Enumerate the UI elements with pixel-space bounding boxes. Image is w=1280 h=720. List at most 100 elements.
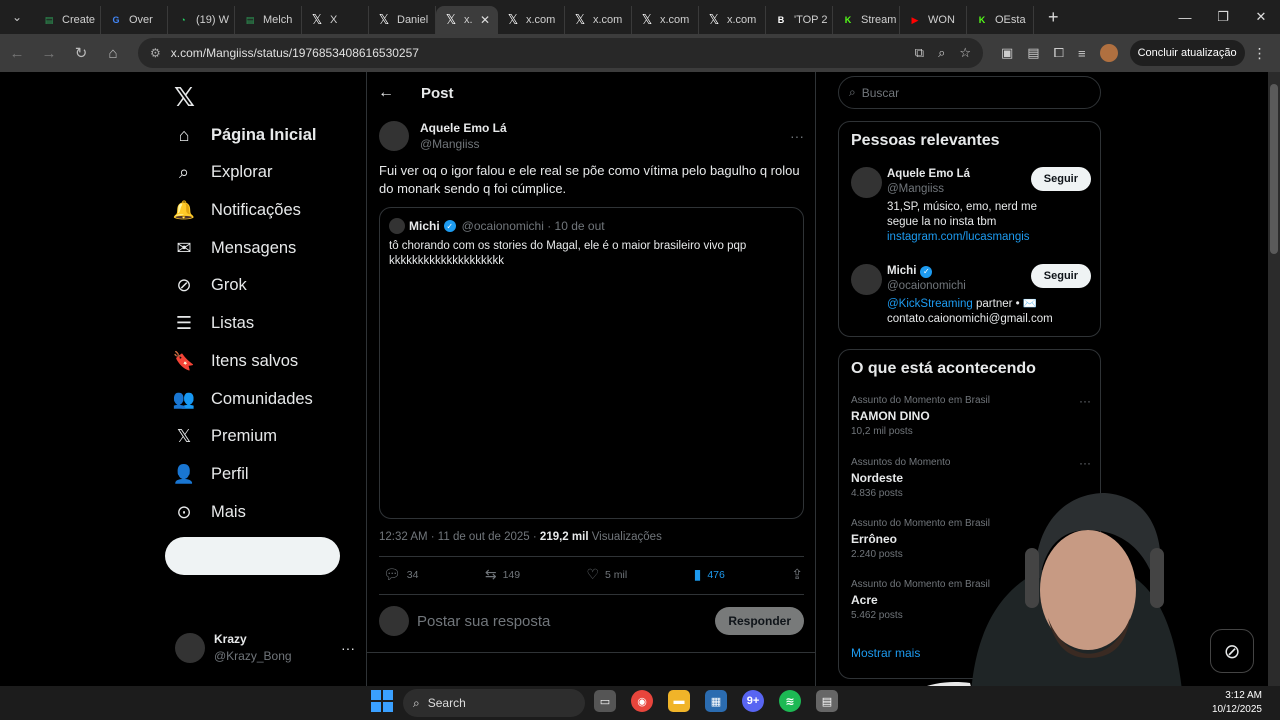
profile-avatar[interactable] [1099, 44, 1118, 62]
author-name[interactable]: Aquele Emo Lá [420, 121, 507, 135]
divider [379, 594, 804, 595]
window-controls: — ❐ ✕ [1166, 0, 1280, 34]
post-button[interactable] [165, 537, 340, 575]
more-icon[interactable]: ··· [1079, 394, 1091, 408]
browser-tab[interactable]: 𝕏x. ✕ [436, 6, 498, 34]
back-arrow-icon[interactable]: ← [378, 84, 394, 102]
whatsapp-icon: ◔ [180, 15, 186, 25]
browser-tab[interactable]: G Over [101, 6, 168, 34]
browser-tab[interactable]: 𝕏x.com [632, 6, 699, 34]
nav-label: Página Inicial [211, 125, 317, 144]
browser-tab[interactable]: 𝕏x.com [565, 6, 632, 34]
minimize-button[interactable]: — [1166, 0, 1204, 34]
store-icon[interactable]: ▦ [705, 690, 727, 712]
follow-button[interactable]: Seguir [1030, 167, 1091, 191]
new-tab-button[interactable]: + [1048, 7, 1059, 28]
x-icon: 𝕏 [176, 425, 192, 446]
taskbar-clock[interactable]: 3:12 AM 10/12/2025 [1212, 689, 1262, 717]
like-action[interactable]: ♡ 5 mil [586, 566, 627, 583]
tab-label: Daniel [397, 14, 429, 26]
tab-search-button[interactable]: ⌄ [0, 0, 34, 34]
home-button[interactable]: ⌂ [98, 38, 128, 68]
grok-floating-icon[interactable]: ⊘ [1210, 629, 1254, 673]
reply-input[interactable]: Postar sua resposta [417, 613, 550, 630]
browser-tab[interactable]: 𝕏x.com [699, 6, 766, 34]
extension-icon[interactable]: ▤ [1027, 45, 1039, 61]
nav-item-notifica-es[interactable]: 🔔 Notificações [173, 199, 301, 221]
page-scrollbar[interactable] [1268, 72, 1280, 686]
browser-tab[interactable]: ▤ Melch [235, 6, 302, 34]
quoted-post[interactable]: Michi ✓ @ocaionomichi · 10 de out tô cho… [379, 207, 804, 519]
site-info-icon[interactable]: ⚙ [150, 46, 161, 60]
taskbar-search[interactable]: ⌕ Search [403, 689, 585, 717]
person-link[interactable]: instagram.com/lucasmangis [887, 230, 1057, 245]
restore-button[interactable]: ❐ [1204, 0, 1242, 34]
author-handle[interactable]: @Mangiiss [420, 137, 507, 151]
browser-menu-icon[interactable]: ⋮ [1253, 45, 1267, 62]
scrollbar-thumb[interactable] [1270, 84, 1278, 254]
back-button[interactable]: ← [2, 38, 32, 68]
install-app-icon[interactable]: ⧉ [915, 45, 924, 61]
reply-action[interactable]: 💬︎ 34 [383, 566, 418, 583]
nav-item-mensagens[interactable]: ✉ Mensagens [173, 237, 296, 259]
grok-icon: ⊘ [176, 274, 192, 295]
start-button[interactable] [371, 690, 393, 712]
person-bio-link[interactable]: @KickStreaming [887, 298, 973, 310]
update-button[interactable]: Concluir atualização [1129, 40, 1245, 66]
nav-item-listas[interactable]: ☰ Listas [173, 312, 254, 334]
person-item[interactable]: Michi ✓ @ocaionomichi @KickStreaming part… [851, 264, 1091, 330]
repost-action[interactable]: ⇆ 149 [485, 566, 520, 583]
more-icon[interactable]: ··· [790, 128, 804, 144]
browser-tab[interactable]: 𝕏X [302, 6, 369, 34]
file-explorer-icon[interactable]: ▬ [668, 690, 690, 712]
nav-item-premium[interactable]: 𝕏 Premium [173, 425, 277, 447]
close-window-button[interactable]: ✕ [1242, 0, 1280, 34]
zoom-icon[interactable]: ⌕ [938, 45, 945, 61]
bookmark-star-icon[interactable]: ☆ [959, 45, 971, 61]
nav-item-itens-salvos[interactable]: 🔖 Itens salvos [173, 350, 298, 372]
task-view-icon[interactable]: ▭ [594, 690, 616, 712]
reload-button[interactable]: ↻ [66, 38, 96, 68]
nav-item-mais[interactable]: ⊙ Mais [173, 501, 245, 523]
browser-tab[interactable]: K Stream [833, 6, 900, 34]
search-input[interactable]: ⌕ Buscar [838, 76, 1101, 109]
trend-item[interactable]: Assunto do Momento em Brasil RAMON DINO 10… [851, 394, 1091, 439]
divider [367, 652, 815, 653]
more-icon[interactable]: ··· [341, 640, 355, 656]
nav-item-grok[interactable]: ⊘ Grok [173, 274, 246, 296]
spotify-icon[interactable]: ≋ [779, 690, 801, 712]
browser-tab[interactable]: ◔ (19) W [168, 6, 235, 34]
extension-icon[interactable]: ▣ [1001, 45, 1013, 61]
avatar[interactable] [379, 121, 409, 151]
discord-icon[interactable]: 9+ [742, 690, 764, 712]
calculator-icon[interactable]: ▤ [816, 690, 838, 712]
nav-item-perfil[interactable]: 👤 Perfil [173, 463, 249, 485]
reply-button[interactable]: Responder [715, 607, 804, 635]
x-logo-icon[interactable]: 𝕏 [174, 82, 195, 113]
person-item[interactable]: Aquele Emo Lá @Mangiiss 31,SP, músico, e… [851, 167, 1091, 247]
address-bar[interactable]: ⚙ x.com/Mangiiss/status/1976853408616530… [138, 38, 983, 68]
browser-tab[interactable]: ▤ Create [34, 6, 101, 34]
puzzle-icon[interactable]: ⧠ [1054, 45, 1064, 61]
close-tab-icon[interactable]: ✕ [480, 13, 490, 27]
post-text: Fui ver oq o igor falou e ele real se põ… [379, 163, 800, 196]
nav-item-p-gina-inicial[interactable]: ⌂ Página Inicial [173, 124, 317, 146]
nav-item-explorar[interactable]: ⌕ Explorar [173, 161, 273, 183]
chrome-icon[interactable]: ◉ [631, 690, 653, 712]
browser-tab[interactable]: 𝕏x.com [498, 6, 565, 34]
follow-button[interactable]: Seguir [1030, 264, 1091, 288]
bookmark-action[interactable]: ▮ 476 [694, 566, 725, 583]
browser-tab[interactable]: B 'TOP 2 [766, 6, 833, 34]
avatar [175, 632, 205, 663]
share-action[interactable]: ⇪ [791, 566, 803, 583]
browser-tab[interactable]: ▶ WON [900, 6, 967, 34]
account-switcher[interactable]: Krazy @Krazy_Bong ··· [175, 632, 355, 663]
forward-button[interactable]: → [34, 38, 64, 68]
media-control-icon[interactable]: ≡ [1078, 46, 1086, 61]
more-icon[interactable]: ··· [1079, 456, 1091, 470]
browser-tab[interactable]: K OEsta [967, 6, 1034, 34]
nav-item-comunidades[interactable]: 👥 Comunidades [173, 388, 313, 410]
browser-tab[interactable]: 𝕏 Daniel [369, 6, 436, 34]
tab-label: WON [928, 14, 955, 26]
tab-label: x. [464, 14, 473, 26]
